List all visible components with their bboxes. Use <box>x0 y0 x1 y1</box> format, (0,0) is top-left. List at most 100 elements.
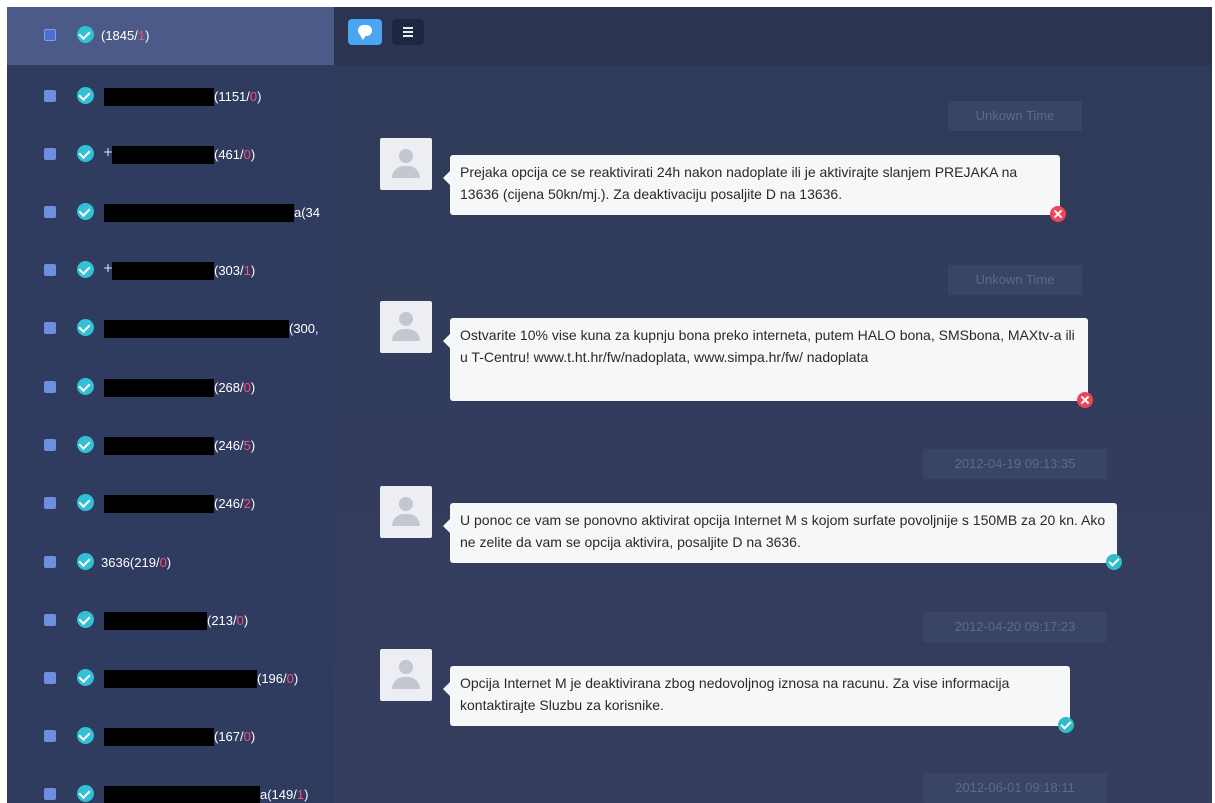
select-checkbox[interactable] <box>44 672 56 684</box>
contact-label: (1151/0) <box>214 89 262 104</box>
select-checkbox[interactable] <box>44 439 56 451</box>
send-failed-icon <box>1077 392 1093 408</box>
message-bubble[interactable]: Prejaka opcija ce se reaktivirati 24h na… <box>443 155 1060 215</box>
avatar-body <box>392 677 420 689</box>
check-icon <box>77 87 94 104</box>
delivered-check-icon <box>1058 717 1074 733</box>
avatar-head <box>399 312 413 326</box>
list-view-button[interactable] <box>392 19 424 45</box>
chat-view-button[interactable] <box>348 19 382 45</box>
list-icon <box>403 27 413 37</box>
check-icon <box>77 727 94 744</box>
message-bubble[interactable]: Ostvarite 10% vise kuna za kupnju bona p… <box>443 318 1088 401</box>
sender-avatar <box>380 301 432 353</box>
contact-label: (196/0) <box>257 671 299 686</box>
check-icon <box>77 669 94 686</box>
redacted-name <box>104 88 214 106</box>
contact-item[interactable]: 3636(219/0) <box>7 534 334 592</box>
contact-item[interactable]: + (461/0) <box>7 126 334 184</box>
contact-item[interactable]: (167/0) <box>7 708 334 766</box>
check-icon <box>77 145 94 162</box>
select-checkbox[interactable] <box>44 614 56 626</box>
contact-item[interactable]: a(149/1) <box>7 766 334 803</box>
avatar-head <box>399 660 413 674</box>
redacted-name <box>112 262 214 280</box>
check-icon <box>77 785 94 802</box>
redacted-name <box>104 495 214 513</box>
contact-item[interactable]: (1151/0) <box>7 68 334 126</box>
contact-item[interactable]: (246/5) <box>7 417 334 475</box>
contact-item[interactable]: + (303/1) <box>7 242 334 300</box>
contact-label: (246/5) <box>214 438 256 453</box>
check-icon <box>77 494 94 511</box>
contact-item[interactable]: (246/2) <box>7 475 334 533</box>
contact-item[interactable]: (268/0) <box>7 359 334 417</box>
contact-item[interactable]: (213/0) <box>7 592 334 650</box>
redacted-name <box>104 379 214 397</box>
chat-bubble-icon <box>358 25 372 40</box>
select-checkbox[interactable] <box>44 322 56 334</box>
contact-label: 3636(219/0) <box>101 555 172 570</box>
send-failed-icon <box>1050 206 1066 222</box>
contact-item[interactable]: (1845/1) <box>7 7 334 65</box>
contact-item[interactable]: a(34 <box>7 184 334 242</box>
message-timestamp: Unkown Time <box>948 101 1082 131</box>
select-checkbox[interactable] <box>44 90 56 102</box>
redacted-name <box>112 146 214 164</box>
select-checkbox[interactable] <box>44 264 56 276</box>
contact-item[interactable]: (300, <box>7 300 334 358</box>
redacted-name <box>104 204 294 222</box>
select-checkbox[interactable] <box>44 148 56 160</box>
delivered-check-icon <box>1106 554 1122 570</box>
avatar-head <box>399 497 413 511</box>
contact-label: (213/0) <box>207 613 249 628</box>
conversation-panel: Unkown Time Prejaka opcija ce se reaktiv… <box>334 7 1212 803</box>
check-icon <box>77 319 94 336</box>
redacted-name <box>104 728 214 746</box>
contact-label: (1845/1) <box>101 28 150 43</box>
contact-label: (300, <box>289 321 319 336</box>
message-timestamp: Unkown Time <box>948 265 1082 295</box>
contact-label: (268/0) <box>214 380 256 395</box>
check-icon <box>77 611 94 628</box>
check-icon <box>77 26 94 43</box>
contact-label: (246/2) <box>214 496 256 511</box>
select-checkbox[interactable] <box>44 381 56 393</box>
contact-label: a(34 <box>294 205 321 220</box>
app-window: (1845/1) (1151/0) + (461/0) a(34 + (303/… <box>7 7 1212 803</box>
message-bubble[interactable]: U ponoc ce vam se ponovno aktivirat opci… <box>443 503 1117 563</box>
contact-label: (167/0) <box>214 729 256 744</box>
sender-avatar <box>380 649 432 701</box>
message-timestamp: 2012-04-19 09:13:35 <box>923 449 1107 479</box>
redacted-name <box>104 612 207 630</box>
avatar-body <box>392 166 420 178</box>
message-timestamp: 2012-04-20 09:17:23 <box>923 612 1107 642</box>
avatar-body <box>392 329 420 341</box>
select-checkbox[interactable] <box>44 29 56 41</box>
check-icon <box>77 553 94 570</box>
select-checkbox[interactable] <box>44 788 56 800</box>
redacted-name <box>104 437 214 455</box>
select-checkbox[interactable] <box>44 206 56 218</box>
contact-label: (303/1) <box>214 263 256 278</box>
check-icon <box>77 261 94 278</box>
message-bubble[interactable]: Opcija Internet M je deaktivirana zbog n… <box>443 666 1070 726</box>
sender-avatar <box>380 138 432 190</box>
contact-item[interactable]: (196/0) <box>7 650 334 708</box>
redacted-name <box>104 320 289 338</box>
view-toolbar <box>334 7 1212 65</box>
avatar-head <box>399 149 413 163</box>
contact-label: (461/0) <box>214 147 256 162</box>
avatar-body <box>392 514 420 526</box>
message-timestamp: 2012-06-01 09:18:11 <box>923 773 1107 803</box>
select-checkbox[interactable] <box>44 497 56 509</box>
check-icon <box>77 436 94 453</box>
redacted-name <box>104 786 260 803</box>
contact-list[interactable]: (1845/1) (1151/0) + (461/0) a(34 + (303/… <box>7 7 334 803</box>
select-checkbox[interactable] <box>44 556 56 568</box>
check-icon <box>77 378 94 395</box>
contact-label: a(149/1) <box>260 787 309 802</box>
sender-avatar <box>380 486 432 538</box>
check-icon <box>77 203 94 220</box>
select-checkbox[interactable] <box>44 730 56 742</box>
